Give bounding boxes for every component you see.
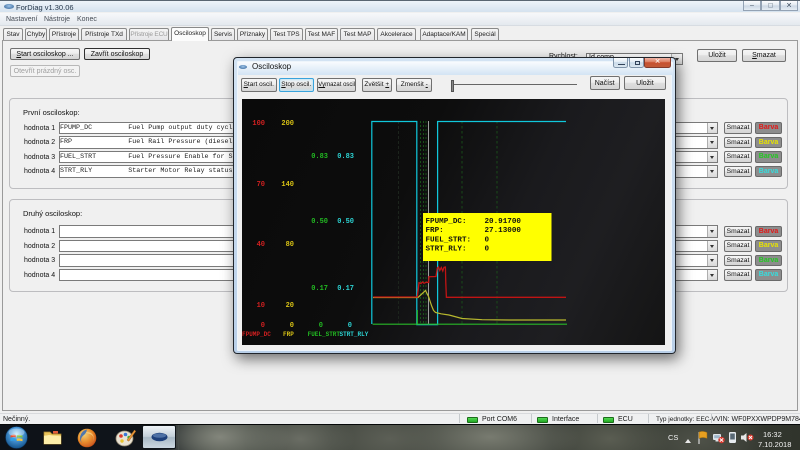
svg-text:0: 0 [261,322,265,330]
svg-text:0.50: 0.50 [311,218,328,226]
svg-text:10: 10 [257,302,265,310]
svg-text:STRT_RLY: STRT_RLY [340,331,369,338]
svg-text:STRT_RLY:: STRT_RLY: [426,246,467,254]
svg-text:100: 100 [252,120,265,128]
svg-text:0: 0 [485,246,490,254]
svg-text:40: 40 [257,241,265,249]
svg-text:20: 20 [286,302,294,310]
svg-text:FRP: FRP [283,331,294,338]
svg-text:FPUMP_DC:: FPUMP_DC: [426,218,467,226]
svg-text:80: 80 [286,241,294,249]
svg-text:0: 0 [348,322,352,330]
svg-text:140: 140 [281,181,294,189]
svg-text:0.83: 0.83 [311,153,328,161]
svg-text:0: 0 [290,322,294,330]
svg-text:0.50: 0.50 [337,218,354,226]
svg-text:20.91700: 20.91700 [485,218,522,226]
svg-text:27.13000: 27.13000 [485,227,522,235]
svg-text:0.83: 0.83 [337,153,354,161]
svg-text:FRP:: FRP: [426,227,444,235]
svg-text:FUEL_STRT:: FUEL_STRT: [426,236,472,244]
svg-text:0: 0 [319,322,323,330]
svg-text:0.17: 0.17 [311,285,328,293]
svg-text:FUEL_STRT: FUEL_STRT [308,331,341,338]
svg-text:70: 70 [257,181,265,189]
svg-text:FPUMP_DC: FPUMP_DC [242,331,271,338]
svg-text:0.17: 0.17 [337,285,354,293]
svg-text:0: 0 [485,236,490,244]
svg-text:200: 200 [281,120,294,128]
